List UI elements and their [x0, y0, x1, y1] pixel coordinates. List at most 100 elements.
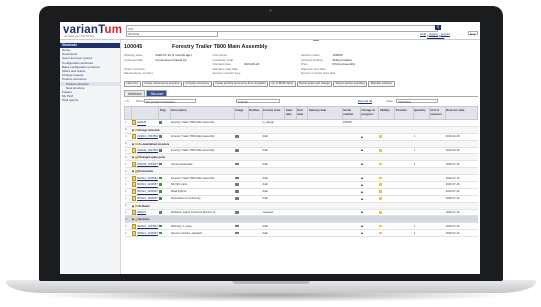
expand-icon[interactable]: ⊟ [132, 170, 134, 173]
tab-structure[interactable]: Structure [146, 90, 168, 96]
row-checkbox[interactable]: □ [125, 225, 127, 228]
item-number-link[interactable]: 300011_1234567 [137, 232, 158, 235]
column-header[interactable]: Quantity [412, 106, 430, 120]
row-checkbox[interactable]: □ [125, 149, 127, 152]
column-header[interactable]: Start date [284, 106, 297, 120]
row-checkbox[interactable]: □ [125, 211, 127, 214]
sidebar-item[interactable]: PLM reports [60, 98, 120, 102]
column-header[interactable]: Image [234, 106, 249, 120]
table-row[interactable]: □ 500112_1234567 Forestry Trailer T800 Ma… [124, 174, 478, 183]
action-button[interactable]: Hierarchy [124, 81, 141, 87]
item-number-link[interactable]: 100010_4567891 [137, 135, 158, 138]
column-header[interactable]: End date [295, 106, 309, 120]
view-select[interactable]: Individual [396, 98, 438, 104]
column-header[interactable]: Flag [158, 106, 171, 120]
table-cell [378, 188, 395, 196]
row-checkbox[interactable]: □ [125, 128, 127, 131]
expand-all-link[interactable]: Expand all [358, 99, 372, 103]
class-select[interactable]: All Parts [126, 31, 218, 37]
item-number-link[interactable]: 500115_1234567 [137, 197, 158, 200]
table-row[interactable]: □ 100038_1234567 Control steel plate draft… [124, 160, 478, 169]
item-number-link[interactable]: 100045 [137, 122, 146, 125]
grid-icons[interactable]: □ ✎ [124, 99, 129, 103]
row-checkbox[interactable]: □ [125, 163, 127, 166]
item-number-link[interactable]: 500114_1234567 [137, 191, 158, 194]
action-button[interactable]: Compare structures [182, 81, 212, 87]
table-row[interactable]: □ ⊟ Documents [124, 167, 478, 176]
column-header[interactable]: Unit of measure [428, 106, 446, 120]
table-cell: draft [262, 181, 285, 189]
column-header[interactable]: Position [394, 106, 414, 120]
column-header[interactable] [130, 106, 160, 120]
item-number-link[interactable]: 500113_1234567 [137, 184, 158, 187]
column-header[interactable]: Change in progress [360, 106, 380, 120]
image-thumbnail-icon [235, 224, 239, 228]
row-checkbox[interactable]: □ [125, 183, 127, 186]
column-header[interactable]: Serial number [341, 106, 362, 120]
column-header[interactable]: Description [169, 106, 236, 120]
image-thumbnail-icon [235, 176, 239, 180]
item-number-link[interactable]: 100045_4567891 [137, 149, 158, 152]
action-button[interactable]: Create and link documents from templates [212, 81, 269, 87]
expand-icon[interactable]: ⊟ [132, 218, 134, 221]
show-select[interactable]: No product structures [144, 98, 196, 104]
table-row[interactable]: □ 500114_1234567 Road light kit draft 2020-… [124, 188, 478, 196]
row-checkbox[interactable]: □ [125, 204, 127, 207]
row-checkbox[interactable]: □ [125, 121, 127, 124]
expand-icon[interactable]: ⊟ [132, 143, 134, 146]
item-number-link[interactable]: 400021 [137, 211, 146, 214]
expand-icon[interactable]: ⊟ [132, 205, 134, 208]
table-row[interactable]: □ 300011_1234567 Service contract, standa… [124, 229, 478, 238]
item-number-link[interactable]: 100038_1234567 [137, 163, 158, 166]
table-row[interactable]: □ 100010_4567891 Forestry Trailer T800 Ma… [124, 133, 478, 141]
action-button[interactable]: Report spare part change [296, 81, 333, 87]
row-checkbox[interactable]: □ [125, 177, 127, 180]
table-cell [234, 133, 249, 141]
tab-attributes[interactable]: Attributes [124, 90, 146, 96]
row-checkbox[interactable]: □ [125, 142, 127, 145]
help-link[interactable]: Help [420, 32, 426, 36]
table-cell [429, 222, 446, 231]
table-row[interactable]: □ 400021 Software: Lights Control & Monit… [124, 209, 478, 217]
column-header[interactable] [124, 106, 132, 120]
table-row[interactable]: □ ⊟ As-maintained structure [124, 140, 478, 148]
table-cell [360, 188, 379, 196]
table-row[interactable]: □ ⊟ Services [124, 215, 478, 224]
table-row[interactable]: □ 100045 Forestry Trailer T800 Main Assem… [124, 119, 478, 127]
expand-icon[interactable]: ⊟ [132, 156, 134, 159]
action-button[interactable]: Maintain software [368, 81, 395, 87]
row-checkbox[interactable]: □ [125, 218, 127, 221]
row-checkbox[interactable]: □ [125, 135, 127, 138]
table-cell [248, 202, 262, 210]
column-header[interactable]: Validity [378, 106, 396, 120]
table-row[interactable]: □ ⊟ Changed spare parts [124, 153, 478, 162]
row-checkbox[interactable]: □ [125, 190, 127, 193]
expand-icon[interactable]: ⊟ [132, 129, 134, 132]
action-button[interactable]: Create maintenance structure [141, 81, 182, 87]
table-row[interactable]: □ 500115_1234567 Declaration of conformit… [124, 195, 478, 203]
language-select[interactable]: Eng [468, 31, 478, 36]
action-button[interactable]: Report service operation [333, 81, 368, 87]
table-row[interactable]: □ ⊟ Design structure [124, 126, 478, 134]
row-checkbox[interactable]: □ [125, 232, 127, 235]
table-cell [429, 133, 446, 141]
table-row[interactable]: □ 300010_1234567 Warranty, 2 years draft 1 2… [124, 222, 478, 231]
item-number-link[interactable]: 500112_1234567 [137, 177, 158, 180]
collapse-handle[interactable] [313, 40, 319, 43]
column-header[interactable]: Current state [261, 106, 286, 120]
column-header[interactable]: Notifies [247, 106, 263, 120]
action-button[interactable]: Go to BOM import [269, 81, 296, 87]
table-cell [158, 174, 171, 183]
row-checkbox[interactable]: □ [125, 170, 127, 173]
row-checkbox[interactable]: □ [125, 197, 127, 200]
search-button[interactable]: ⚲ [435, 25, 441, 30]
column-header[interactable]: Delivery date [307, 106, 343, 120]
table-row[interactable]: □ ⊟ Software [124, 202, 478, 210]
column-header[interactable]: Revision date [444, 106, 479, 120]
row-checkbox[interactable]: □ [125, 156, 127, 159]
format-select[interactable]: Format [236, 98, 280, 104]
table-row[interactable]: □ 100045_4567891 Forestry Trailer T800 Ma… [124, 147, 478, 155]
search-options-link[interactable]: Search options [427, 35, 444, 38]
item-number-link[interactable]: 300010_1234567 [137, 225, 158, 228]
table-row[interactable]: □ 500113_1234567 Tail light parts draft 202… [124, 181, 478, 189]
